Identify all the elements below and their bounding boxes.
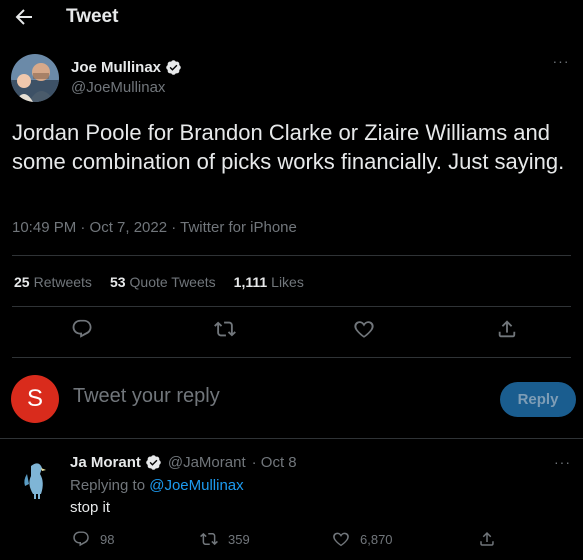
back-arrow-icon[interactable] xyxy=(12,5,36,29)
retweet-icon[interactable] xyxy=(214,318,236,340)
page-title: Tweet xyxy=(66,6,119,27)
divider xyxy=(12,306,571,307)
tweet-author: Joe Mullinax @JoeMullinax ··· xyxy=(0,48,583,108)
tweet-action-bar xyxy=(0,318,583,344)
reply-count: 98 xyxy=(100,531,115,547)
divider xyxy=(12,255,571,256)
quote-tweets-stat[interactable]: 53 Quote Tweets xyxy=(110,274,216,290)
reply-author-name[interactable]: Ja Morant xyxy=(70,454,141,471)
verified-badge-icon xyxy=(165,59,182,76)
like-count: 6,870 xyxy=(360,531,393,547)
author-avatar[interactable] xyxy=(11,54,59,102)
reply-like-action[interactable]: 6,870 xyxy=(332,530,393,548)
like-icon[interactable] xyxy=(353,318,375,340)
likes-stat[interactable]: 1,111 Likes xyxy=(234,274,304,290)
reply-action-bar: 98 359 6,870 xyxy=(70,530,570,550)
retweets-stat[interactable]: 25 Retweets xyxy=(14,274,92,290)
divider xyxy=(0,438,583,439)
reply-icon[interactable] xyxy=(71,318,93,340)
tweet-meta[interactable]: 10:49 PM · Oct 7, 2022 · Twitter for iPh… xyxy=(12,219,297,236)
author-name[interactable]: Joe Mullinax xyxy=(71,59,161,76)
tweet-text: Jordan Poole for Brandon Clarke or Ziair… xyxy=(12,120,565,174)
replying-to-mention[interactable]: @JoeMullinax xyxy=(149,477,243,494)
reply-author-avatar[interactable] xyxy=(11,454,59,502)
header: Tweet xyxy=(0,0,583,34)
more-options-icon[interactable]: ··· xyxy=(551,54,571,76)
verified-badge-icon xyxy=(145,454,162,471)
reply-tweet[interactable]: Ja Morant @JaMorant · Oct 8 ··· Replying… xyxy=(0,446,583,560)
reply-composer: S Tweet your reply Reply xyxy=(0,375,583,423)
reply-date[interactable]: · Oct 8 xyxy=(252,454,297,471)
author-handle[interactable]: @JoeMullinax xyxy=(71,79,165,96)
share-icon[interactable] xyxy=(496,318,518,340)
replying-to: Replying to @JoeMullinax xyxy=(70,477,244,494)
retweet-icon xyxy=(200,532,218,546)
reply-input[interactable]: Tweet your reply xyxy=(73,385,473,413)
divider xyxy=(12,357,571,358)
retweet-count: 359 xyxy=(228,531,250,547)
more-options-icon[interactable]: ··· xyxy=(554,454,571,470)
share-icon xyxy=(480,531,494,546)
reply-share-action[interactable] xyxy=(478,530,496,548)
reply-retweet-action[interactable]: 359 xyxy=(200,530,250,548)
user-avatar[interactable]: S xyxy=(11,375,59,423)
reply-reply-action[interactable]: 98 xyxy=(72,530,114,548)
tweet-stats: 25 Retweets 53 Quote Tweets 1,111 Likes xyxy=(14,274,304,290)
reply-button[interactable]: Reply xyxy=(500,382,576,417)
reply-author-handle[interactable]: @JaMorant xyxy=(168,454,246,471)
reply-icon xyxy=(73,531,89,547)
reply-text: stop it xyxy=(70,499,111,516)
reply-author-row: Ja Morant @JaMorant · Oct 8 xyxy=(70,454,297,471)
author-name-row[interactable]: Joe Mullinax xyxy=(71,59,182,76)
like-icon xyxy=(333,532,349,547)
